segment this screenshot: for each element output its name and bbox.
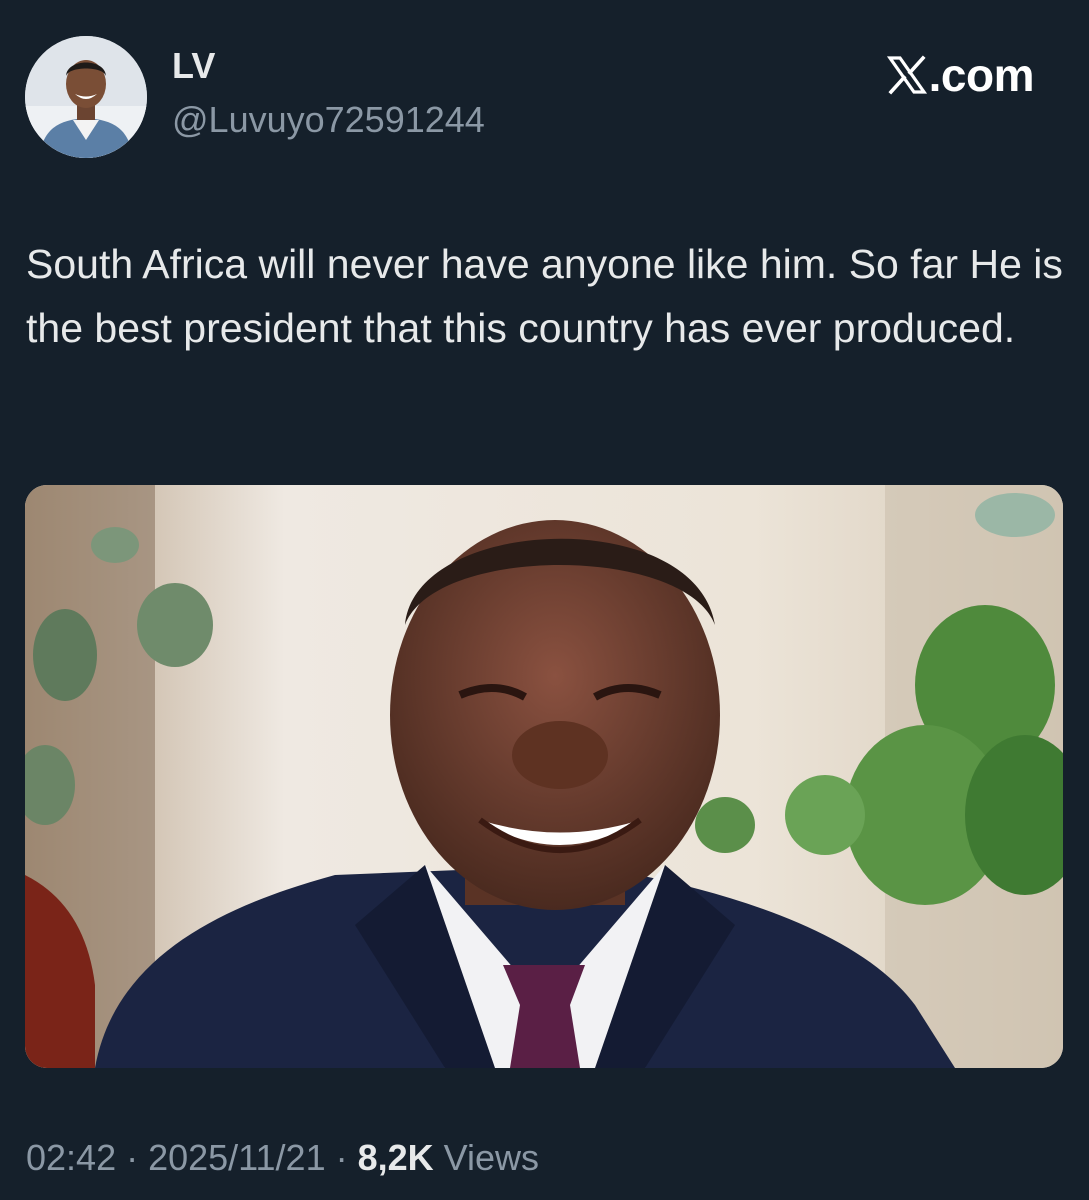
- user-avatar[interactable]: [25, 36, 147, 158]
- photo-icon: [25, 485, 1063, 1068]
- meta-separator: ·: [325, 1137, 358, 1178]
- tweet-text: South Africa will never have anyone like…: [26, 241, 1063, 351]
- x-logo-icon: [886, 55, 927, 95]
- site-brand-suffix: .com: [928, 49, 1035, 101]
- meta-separator: ·: [116, 1137, 149, 1178]
- views-count[interactable]: 8,2K: [358, 1137, 434, 1178]
- tweet-date[interactable]: 2025/11/21: [148, 1137, 326, 1178]
- user-handle[interactable]: @Luvuyo72591244: [172, 102, 485, 138]
- tweet-card: LV @Luvuyo72591244 .com South Africa wil…: [0, 0, 1089, 1200]
- tweet-media-photo[interactable]: [25, 485, 1063, 1068]
- site-brand: .com: [886, 49, 1035, 101]
- display-name[interactable]: LV: [172, 48, 215, 84]
- tweet-time[interactable]: 02:42: [26, 1137, 116, 1178]
- views-label: Views: [433, 1137, 540, 1178]
- tweet-meta: 02:42 · 2025/11/21 · 8,2K Views: [26, 1140, 539, 1176]
- avatar-image: [25, 36, 147, 158]
